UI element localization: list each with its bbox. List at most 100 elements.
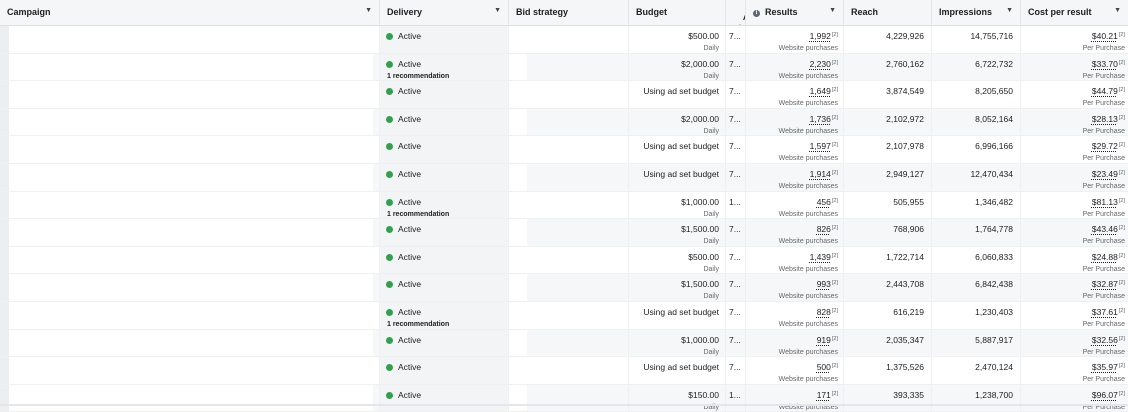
campaign-cell[interactable]	[0, 301, 380, 329]
delivery-cell[interactable]: Active	[380, 329, 509, 357]
row-checkbox-area[interactable]	[0, 163, 9, 191]
table-row[interactable]: Active $1,000.00 Daily 7... 919[2] Websi…	[0, 329, 1128, 358]
cost-per-result-cell[interactable]: $23.49[2] Per Purchase	[1021, 164, 1128, 191]
column-header-bid-strategy[interactable]: Bid strategy	[509, 0, 629, 25]
results-cell[interactable]: 828[2] Website purchases	[746, 301, 844, 329]
table-row[interactable]: Active $1,500.00 Daily 7... 826[2] Websi…	[0, 219, 1128, 247]
campaign-cell[interactable]	[0, 136, 380, 163]
budget-cell[interactable]: $1,000.00 Daily	[629, 191, 726, 219]
results-cell[interactable]: 1,597[2] Website purchases	[746, 136, 844, 163]
results-cell[interactable]: 2,230[2] Website purchases	[746, 53, 844, 81]
delivery-cell[interactable]: Active	[380, 274, 509, 301]
recommendation-link[interactable]: 1 recommendation	[387, 73, 508, 80]
cost-per-result-cell[interactable]: $32.87[2] Per Purchase	[1021, 274, 1128, 301]
cost-value[interactable]: $24.88	[1092, 252, 1118, 262]
delivery-cell[interactable]: Active	[380, 357, 509, 384]
cost-value[interactable]: $43.46	[1092, 224, 1118, 234]
delivery-cell[interactable]: Active	[380, 384, 509, 412]
cost-value[interactable]: $23.49	[1092, 169, 1118, 179]
campaign-cell[interactable]	[0, 163, 380, 191]
cost-per-result-cell[interactable]: $43.46[2] Per Purchase	[1021, 219, 1128, 246]
delivery-cell[interactable]: Active	[380, 26, 509, 53]
cost-value[interactable]: $37.61	[1092, 307, 1118, 317]
cost-per-result-cell[interactable]: $81.13[2] Per Purchase	[1021, 192, 1128, 219]
campaign-cell[interactable]	[0, 81, 380, 108]
row-checkbox-area[interactable]	[0, 136, 9, 163]
table-row[interactable]: Active Using ad set budget 7... 1,914[2]…	[0, 163, 1128, 192]
bid-strategy-cell[interactable]	[509, 191, 629, 219]
chevron-down-icon[interactable]: ▼	[829, 7, 836, 14]
results-cell[interactable]: 1,914[2] Website purchases	[746, 163, 844, 191]
cost-value[interactable]: $81.13	[1092, 197, 1118, 207]
column-header-attribution[interactable]: Att set	[726, 0, 746, 25]
cost-per-result-cell[interactable]: $28.13[2] Per Purchase	[1021, 109, 1128, 136]
bid-strategy-cell[interactable]	[509, 108, 629, 136]
table-row[interactable]: Active $500.00 Daily 7... 1,439[2] Websi…	[0, 246, 1128, 275]
results-cell[interactable]: 171[2] Website purchases	[746, 384, 844, 412]
cost-per-result-cell[interactable]: $37.61[2] Per Purchase	[1021, 302, 1128, 329]
budget-cell[interactable]: Using ad set budget	[629, 136, 726, 163]
table-row[interactable]: Active $2,000.00 Daily 7... 1,736[2] Web…	[0, 108, 1128, 137]
delivery-cell[interactable]: Active 1 recommendation	[380, 301, 509, 329]
campaign-cell[interactable]	[0, 384, 380, 412]
results-value[interactable]: 826	[817, 224, 831, 234]
results-value[interactable]: 456	[817, 197, 831, 207]
table-row[interactable]: Active 1 recommendation $1,000.00 Daily …	[0, 191, 1128, 220]
column-header-campaign[interactable]: Campaign ▼	[0, 0, 380, 25]
column-header-cost-per-result[interactable]: Cost per result ▼	[1021, 0, 1128, 25]
row-checkbox-area[interactable]	[0, 357, 9, 384]
results-cell[interactable]: 1,649[2] Website purchases	[746, 81, 844, 108]
results-value[interactable]: 1,597	[810, 141, 831, 151]
bid-strategy-cell[interactable]	[509, 384, 629, 412]
table-row[interactable]: Active 1 recommendation Using ad set bud…	[0, 301, 1128, 330]
table-row[interactable]: Active Using ad set budget 7... 1,649[2]…	[0, 81, 1128, 109]
chevron-down-icon[interactable]: ▼	[494, 7, 501, 14]
recommendation-link[interactable]: 1 recommendation	[387, 321, 508, 328]
bid-strategy-cell[interactable]	[509, 53, 629, 81]
budget-cell[interactable]: $500.00 Daily	[629, 26, 726, 53]
results-cell[interactable]: 826[2] Website purchases	[746, 219, 844, 246]
row-checkbox-area[interactable]	[0, 81, 9, 108]
column-header-impressions[interactable]: Impressions ▼	[932, 0, 1021, 25]
chevron-down-icon[interactable]: ▼	[1114, 7, 1121, 14]
table-row[interactable]: Active 1 recommendation $2,000.00 Daily …	[0, 53, 1128, 82]
row-checkbox-area[interactable]	[0, 191, 9, 219]
row-checkbox-area[interactable]	[0, 301, 9, 329]
campaign-cell[interactable]	[0, 53, 380, 81]
delivery-cell[interactable]: Active	[380, 81, 509, 108]
budget-cell[interactable]: $1,500.00 Daily	[629, 219, 726, 246]
table-row[interactable]: Active $500.00 Daily 7... 1,992[2] Websi…	[0, 26, 1128, 54]
campaign-cell[interactable]	[0, 108, 380, 136]
delivery-cell[interactable]: Active	[380, 163, 509, 191]
table-row[interactable]: Active Using ad set budget 7... 1,597[2]…	[0, 136, 1128, 164]
bid-strategy-cell[interactable]	[509, 219, 629, 246]
delivery-cell[interactable]: Active	[380, 219, 509, 246]
results-value[interactable]: 919	[817, 335, 831, 345]
bid-strategy-cell[interactable]	[509, 81, 629, 108]
table-row[interactable]: Active $1,500.00 Daily 7... 993[2] Websi…	[0, 274, 1128, 302]
budget-cell[interactable]: Using ad set budget	[629, 301, 726, 329]
cost-value[interactable]: $35.97	[1092, 362, 1118, 372]
cost-per-result-cell[interactable]: $96.07[2] Per Purchase	[1021, 385, 1128, 412]
budget-cell[interactable]: $2,000.00 Daily	[629, 108, 726, 136]
table-row[interactable]: Active $150.00 Daily 1... 171[2] Website…	[0, 384, 1128, 412]
campaign-cell[interactable]	[0, 191, 380, 219]
row-checkbox-area[interactable]	[0, 53, 9, 81]
bid-strategy-cell[interactable]	[509, 246, 629, 274]
column-header-delivery[interactable]: Delivery ▼	[380, 0, 509, 25]
results-cell[interactable]: 456[2] Website purchases	[746, 191, 844, 219]
results-value[interactable]: 1,439	[810, 252, 831, 262]
campaign-cell[interactable]	[0, 219, 380, 246]
results-cell[interactable]: 1,736[2] Website purchases	[746, 108, 844, 136]
column-header-reach[interactable]: Reach	[844, 0, 932, 25]
cost-per-result-cell[interactable]: $33.70[2] Per Purchase	[1021, 54, 1128, 81]
cost-value[interactable]: $96.07	[1092, 390, 1118, 400]
budget-cell[interactable]: $500.00 Daily	[629, 246, 726, 274]
cost-value[interactable]: $32.87	[1092, 279, 1118, 289]
delivery-cell[interactable]: Active 1 recommendation	[380, 53, 509, 81]
results-value[interactable]: 1,649	[810, 86, 831, 96]
budget-cell[interactable]: $150.00 Daily	[629, 384, 726, 412]
chevron-down-icon[interactable]: ▼	[365, 7, 372, 14]
cost-per-result-cell[interactable]: $40.21[2] Per Purchase	[1021, 26, 1128, 53]
row-checkbox-area[interactable]	[0, 329, 9, 357]
